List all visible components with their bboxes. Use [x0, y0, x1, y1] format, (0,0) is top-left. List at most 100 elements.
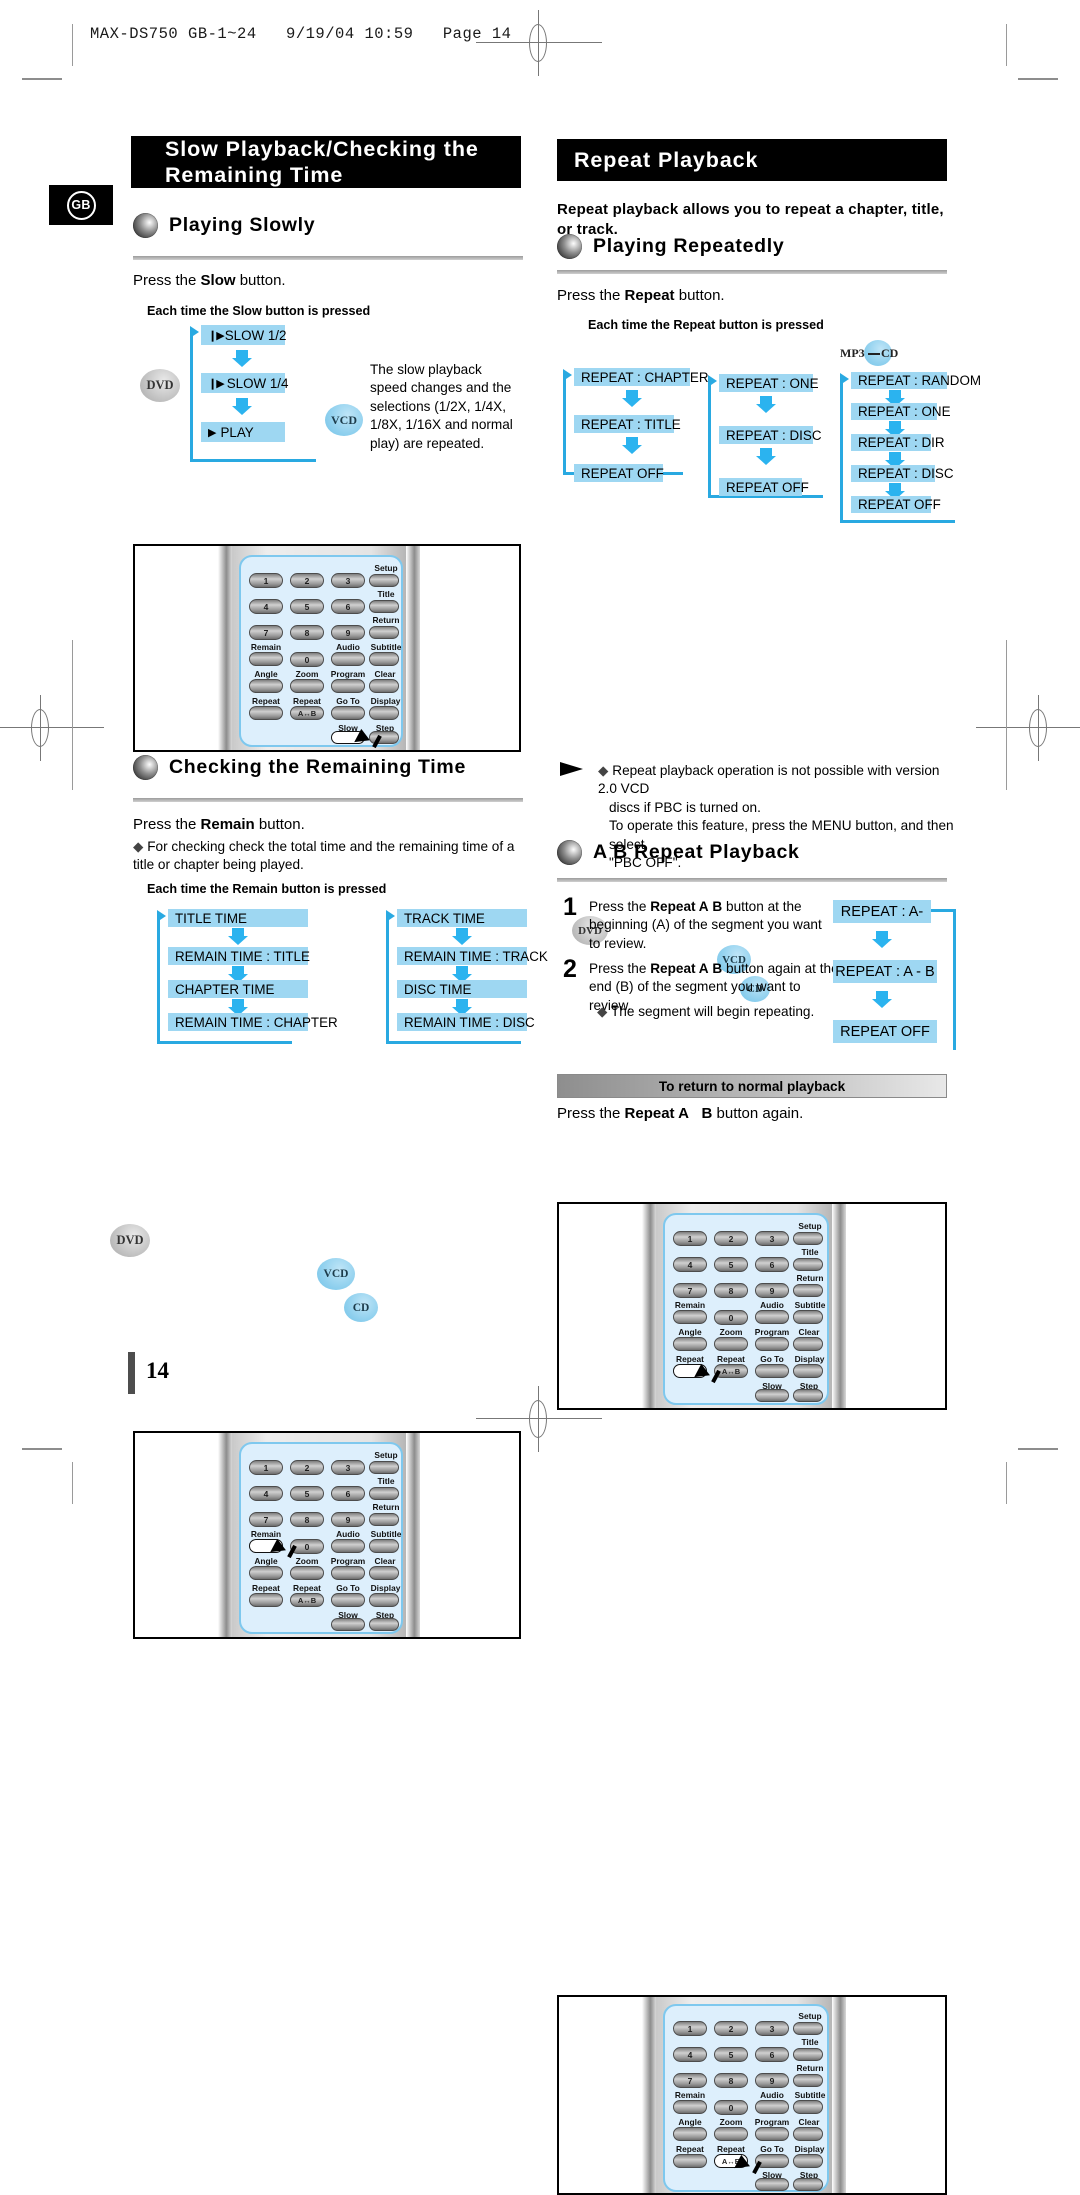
remote-key-7-c[interactable]: 7	[673, 1283, 707, 1298]
remote-key-audio-c[interactable]	[755, 1310, 789, 1324]
remote-key-9-b[interactable]: 9	[331, 1512, 365, 1527]
remote-key-step-c[interactable]	[793, 1389, 823, 1402]
remote-key-6[interactable]: 6	[331, 599, 365, 614]
remote-key-2-d[interactable]: 2	[714, 2021, 748, 2036]
remote-key-5-d[interactable]: 5	[714, 2047, 748, 2062]
remote-key-2-c[interactable]: 2	[714, 1231, 748, 1246]
remote-key-7[interactable]: 7	[249, 625, 283, 640]
remote-key-angle-b[interactable]	[249, 1566, 283, 1580]
remote-key-title-c[interactable]	[793, 1258, 823, 1271]
remote-key-8-d[interactable]: 8	[714, 2073, 748, 2088]
remote-key-title-b[interactable]	[369, 1487, 399, 1500]
remote-key-8[interactable]: 8	[290, 625, 324, 640]
remote-key-3-c[interactable]: 3	[755, 1231, 789, 1246]
remote-key-step-d[interactable]	[793, 2178, 823, 2191]
remote-key-5[interactable]: 5	[290, 599, 324, 614]
disc-badge-vcd-slow-label: VCD	[331, 412, 357, 427]
remote-key-repeat[interactable]	[249, 706, 283, 720]
remote-key-7-b[interactable]: 7	[249, 1512, 283, 1527]
remote-key-slow-b[interactable]	[331, 1618, 365, 1631]
remote-key-5-b[interactable]: 5	[290, 1486, 324, 1501]
remote-key-subtitle[interactable]	[369, 652, 399, 666]
remote-key-display[interactable]	[369, 706, 399, 720]
remote-key-audio-d[interactable]	[755, 2100, 789, 2114]
remote-key-program-b[interactable]	[331, 1566, 365, 1580]
remote-key-zoom-c[interactable]	[714, 1337, 748, 1351]
remote-key-return-c[interactable]	[793, 1284, 823, 1297]
remote-label-goto-c: Go To	[760, 1354, 784, 1364]
ab-flow-step-2: REPEAT : A - B	[833, 960, 937, 983]
remote-key-subtitle-d[interactable]	[793, 2100, 823, 2114]
remote-key-audio-b[interactable]	[331, 1539, 365, 1553]
remote-key-return-d[interactable]	[793, 2074, 823, 2087]
remote-key-4-d[interactable]: 4	[673, 2047, 707, 2062]
remote-key-4[interactable]: 4	[249, 599, 283, 614]
remote-key-zoom-d[interactable]	[714, 2127, 748, 2141]
remote-key-zoom-b[interactable]	[290, 1566, 324, 1580]
remote-key-slow-d[interactable]	[755, 2178, 789, 2191]
remote-key-repeat-b[interactable]	[249, 1593, 283, 1607]
remote-key-remain-d[interactable]	[673, 2100, 707, 2114]
remote-key-clear-c[interactable]	[793, 1337, 823, 1351]
remote-key-return[interactable]	[369, 626, 399, 639]
remote-key-1[interactable]: 1	[249, 573, 283, 588]
remote-key-goto-b[interactable]	[331, 1593, 365, 1607]
remote-key-0-c[interactable]: 0	[714, 1310, 748, 1325]
remote-key-repeat-d[interactable]	[673, 2154, 707, 2168]
remote-key-subtitle-c[interactable]	[793, 1310, 823, 1324]
remote-key-6-d[interactable]: 6	[755, 2047, 789, 2062]
remote-key-setup-b[interactable]	[369, 1461, 399, 1474]
remote-key-subtitle-b[interactable]	[369, 1539, 399, 1553]
remote-key-0[interactable]: 0	[290, 652, 324, 667]
remote-key-clear-d[interactable]	[793, 2127, 823, 2141]
remote-key-setup-c[interactable]	[793, 1232, 823, 1245]
remote-key-1-d[interactable]: 1	[673, 2021, 707, 2036]
remote-key-step-b[interactable]	[369, 1618, 399, 1631]
remote-key-display-d[interactable]	[793, 2154, 823, 2168]
remote-key-title-d[interactable]	[793, 2048, 823, 2061]
remote-key-0-d[interactable]: 0	[714, 2100, 748, 2115]
remote-key-3-d[interactable]: 3	[755, 2021, 789, 2036]
remote-key-6-b[interactable]: 6	[331, 1486, 365, 1501]
remote-key-setup-d[interactable]	[793, 2022, 823, 2035]
remote-key-1-c[interactable]: 1	[673, 1231, 707, 1246]
remote-key-program-c[interactable]	[755, 1337, 789, 1351]
remote-key-goto-c[interactable]	[755, 1364, 789, 1378]
remote-key-6-c[interactable]: 6	[755, 1257, 789, 1272]
remote-key-angle-c[interactable]	[673, 1337, 707, 1351]
remote-key-3[interactable]: 3	[331, 573, 365, 588]
remote-key-2[interactable]: 2	[290, 573, 324, 588]
remote-key-3-b[interactable]: 3	[331, 1460, 365, 1475]
remote-key-angle[interactable]	[249, 679, 283, 693]
remote-key-audio[interactable]	[331, 652, 365, 666]
remote-key-display-c[interactable]	[793, 1364, 823, 1378]
remote-key-program-d[interactable]	[755, 2127, 789, 2141]
remote-key-angle-d[interactable]	[673, 2127, 707, 2141]
remote-key-display-b[interactable]	[369, 1593, 399, 1607]
remote-key-8-c[interactable]: 8	[714, 1283, 748, 1298]
ab-step-1-bold2: B	[712, 899, 723, 914]
remote-key-4-c[interactable]: 4	[673, 1257, 707, 1272]
remote-key-slow-c[interactable]	[755, 1389, 789, 1402]
remote-key-4-b[interactable]: 4	[249, 1486, 283, 1501]
remote-key-return-b[interactable]	[369, 1513, 399, 1526]
remote-key-1-b[interactable]: 1	[249, 1460, 283, 1475]
remote-key-clear-b[interactable]	[369, 1566, 399, 1580]
remote-key-remain-c[interactable]	[673, 1310, 707, 1324]
remote-key-5-c[interactable]: 5	[714, 1257, 748, 1272]
remote-key-9[interactable]: 9	[331, 625, 365, 640]
remote-key-title[interactable]	[369, 600, 399, 613]
remote-key-repeat-ab[interactable]: A↔B	[290, 706, 324, 720]
remote-key-setup[interactable]	[369, 574, 399, 587]
remote-key-8-b[interactable]: 8	[290, 1512, 324, 1527]
remote-key-7-d[interactable]: 7	[673, 2073, 707, 2088]
remote-key-zoom[interactable]	[290, 679, 324, 693]
remote-key-9-d[interactable]: 9	[755, 2073, 789, 2088]
remote-key-clear[interactable]	[369, 679, 399, 693]
remote-key-goto[interactable]	[331, 706, 365, 720]
remote-key-9-c[interactable]: 9	[755, 1283, 789, 1298]
remote-key-remain[interactable]	[249, 652, 283, 666]
remote-key-repeat-ab-b[interactable]: A↔B	[290, 1593, 324, 1607]
remote-key-program[interactable]	[331, 679, 365, 693]
remote-key-2-b[interactable]: 2	[290, 1460, 324, 1475]
